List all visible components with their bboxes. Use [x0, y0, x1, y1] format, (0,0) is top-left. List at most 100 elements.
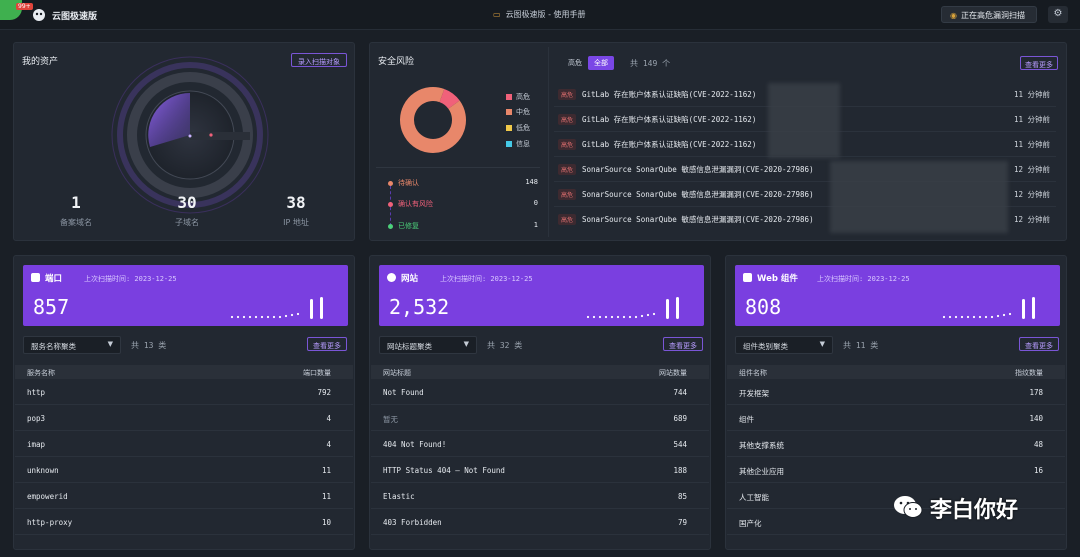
vuln-name: GitLab 存在账户体系认证缺陷(CVE-2022-1162): [582, 115, 757, 124]
table-row[interactable]: Elastic 85: [371, 483, 709, 509]
ports-select-value: 服务名称聚类: [31, 342, 76, 351]
table-row[interactable]: Not Found 744: [371, 379, 709, 405]
notification-badge: 99+: [16, 3, 33, 10]
row-value: 178: [1029, 388, 1043, 397]
globe-icon: [387, 273, 396, 282]
security-risk-panel: 安全风险 高危 中危 低危 信息 待确认 148 确认有风险 0 已修复 1 高…: [369, 42, 1067, 241]
sparkline-dot: [242, 315, 246, 319]
sparkline-dot: [278, 315, 282, 319]
col-site-title: 网站标题: [383, 369, 411, 377]
row-value: 48: [1033, 440, 1043, 449]
risk-title: 安全风险: [378, 57, 415, 67]
table-row[interactable]: pop3 4: [15, 405, 353, 431]
components-select-value: 组件类别聚类: [743, 342, 788, 351]
legend-info-swatch: [506, 141, 512, 147]
ports-last-scan: 上次扫描时间: 2023-12-25: [84, 275, 177, 283]
table-row[interactable]: 403 Forbidden 79: [371, 509, 709, 535]
ports-view-more-button[interactable]: 查看更多: [307, 337, 347, 351]
table-row[interactable]: 其他支撑系统 48: [727, 431, 1065, 457]
websites-table-header: 网站标题 网站数量: [371, 365, 709, 379]
table-row[interactable]: 暂无 689: [371, 405, 709, 431]
sparkline-dot: [272, 315, 276, 319]
status-confirmed-label: 确认有风险: [398, 200, 433, 208]
status-confirmed-dot: [388, 202, 393, 207]
components-table-header: 组件名称 指纹数量: [727, 365, 1065, 379]
table-row[interactable]: HTTP Status 404 – Not Found 188: [371, 457, 709, 483]
table-row[interactable]: http 792: [15, 379, 353, 405]
sparkline-dot: [598, 315, 602, 319]
table-row[interactable]: 开发框架 178: [727, 379, 1065, 405]
user-manual-link[interactable]: ▭ 云图极速版 - 使用手册: [493, 9, 586, 20]
row-name: 开发框架: [739, 389, 769, 398]
table-row[interactable]: 404 Not Found! 544: [371, 431, 709, 457]
websites-hero-card: 网站 上次扫描时间: 2023-12-25 2,532: [379, 265, 704, 326]
vuln-name: SonarSource SonarQube 敏感信息泄漏漏洞(CVE-2020-…: [582, 165, 814, 174]
stat-subdomains-label: 子域名: [175, 218, 199, 227]
stat-ip-value: 38: [286, 193, 306, 212]
websites-cluster-select[interactable]: 网站标题聚类 ▼: [379, 336, 477, 354]
legend-high-label: 高危: [516, 93, 530, 101]
row-name: 暂无: [383, 415, 398, 424]
components-cluster-select[interactable]: 组件类别聚类 ▼: [735, 336, 833, 354]
row-value: 544: [673, 440, 687, 449]
sparkline-dot: [1002, 313, 1006, 317]
vuln-total-count: 共 149 个: [630, 59, 671, 68]
ports-panel: 端口 上次扫描时间: 2023-12-25 857 服务名称聚类 ▼ 共 13 类…: [13, 255, 355, 550]
tab-all[interactable]: 全部: [588, 56, 614, 70]
ports-cluster-select[interactable]: 服务名称聚类 ▼: [23, 336, 121, 354]
components-view-more-button[interactable]: 查看更多: [1019, 337, 1059, 351]
sparkline-dot: [610, 315, 614, 319]
row-value: 85: [677, 492, 687, 501]
tab-high[interactable]: 高危: [562, 56, 588, 70]
websites-sparkline: [586, 297, 679, 319]
stat-domains-value: 1: [71, 193, 81, 212]
sparkline-dot: [592, 315, 596, 319]
components-category-count: 共 11 类: [843, 341, 879, 350]
donut-slice-high[interactable]: [439, 89, 460, 110]
row-name: unknown: [27, 466, 59, 475]
table-row[interactable]: empowerid 11: [15, 483, 353, 509]
app-title: 云图极速版: [52, 12, 98, 22]
sparkline-dot: [948, 315, 952, 319]
components-total: 808: [745, 295, 782, 319]
row-name: 人工智能: [739, 493, 769, 502]
sparkline-dot: [230, 315, 234, 319]
sparkline-bar: [1022, 299, 1025, 319]
table-row[interactable]: imap 4: [15, 431, 353, 457]
stat-ip-label: IP 地址: [283, 218, 309, 227]
sparkline-dot: [996, 314, 1000, 318]
table-row[interactable]: 组件 140: [727, 405, 1065, 431]
settings-gear-icon[interactable]: ⚙: [1048, 6, 1068, 23]
websites-view-more-button[interactable]: 查看更多: [663, 337, 703, 351]
import-scan-target-button[interactable]: 录入扫描对象: [291, 53, 347, 67]
panel-divider: [548, 47, 549, 237]
sparkline-dot: [966, 315, 970, 319]
status-pending-dot: [388, 181, 393, 186]
sparkline-dot: [616, 315, 620, 319]
redacted-area: [830, 161, 1008, 233]
table-row[interactable]: unknown 11: [15, 457, 353, 483]
scan-status-button[interactable]: ◉ 正在高危漏洞扫描: [941, 6, 1037, 23]
sparkline-dot: [260, 315, 264, 319]
legend-low: 低危: [506, 123, 530, 133]
table-row[interactable]: 其他企业应用 16: [727, 457, 1065, 483]
sparkline-bar: [666, 299, 669, 319]
sparkline-dot: [622, 315, 626, 319]
assets-title: 我的资产: [22, 57, 59, 67]
vuln-time: 11 分钟前: [1013, 140, 1050, 149]
legend-low-swatch: [506, 125, 512, 131]
risk-donut-chart: [400, 87, 466, 153]
sparkline-dot: [954, 315, 958, 319]
row-value: 744: [673, 388, 687, 397]
sparkline-dot: [960, 315, 964, 319]
sparkline-dot: [972, 315, 976, 319]
sparkline-dot: [254, 315, 258, 319]
col-port-count: 端口数量: [303, 369, 331, 377]
table-row[interactable]: http-proxy 10: [15, 509, 353, 535]
sparkline-bar: [320, 297, 323, 319]
severity-badge: 高危: [558, 189, 577, 200]
view-more-vulns-button[interactable]: 查看更多: [1020, 56, 1058, 70]
sparkline-dot: [628, 315, 632, 319]
chevron-down-icon: ▼: [107, 340, 113, 348]
app-logo[interactable]: 99+: [0, 0, 33, 20]
